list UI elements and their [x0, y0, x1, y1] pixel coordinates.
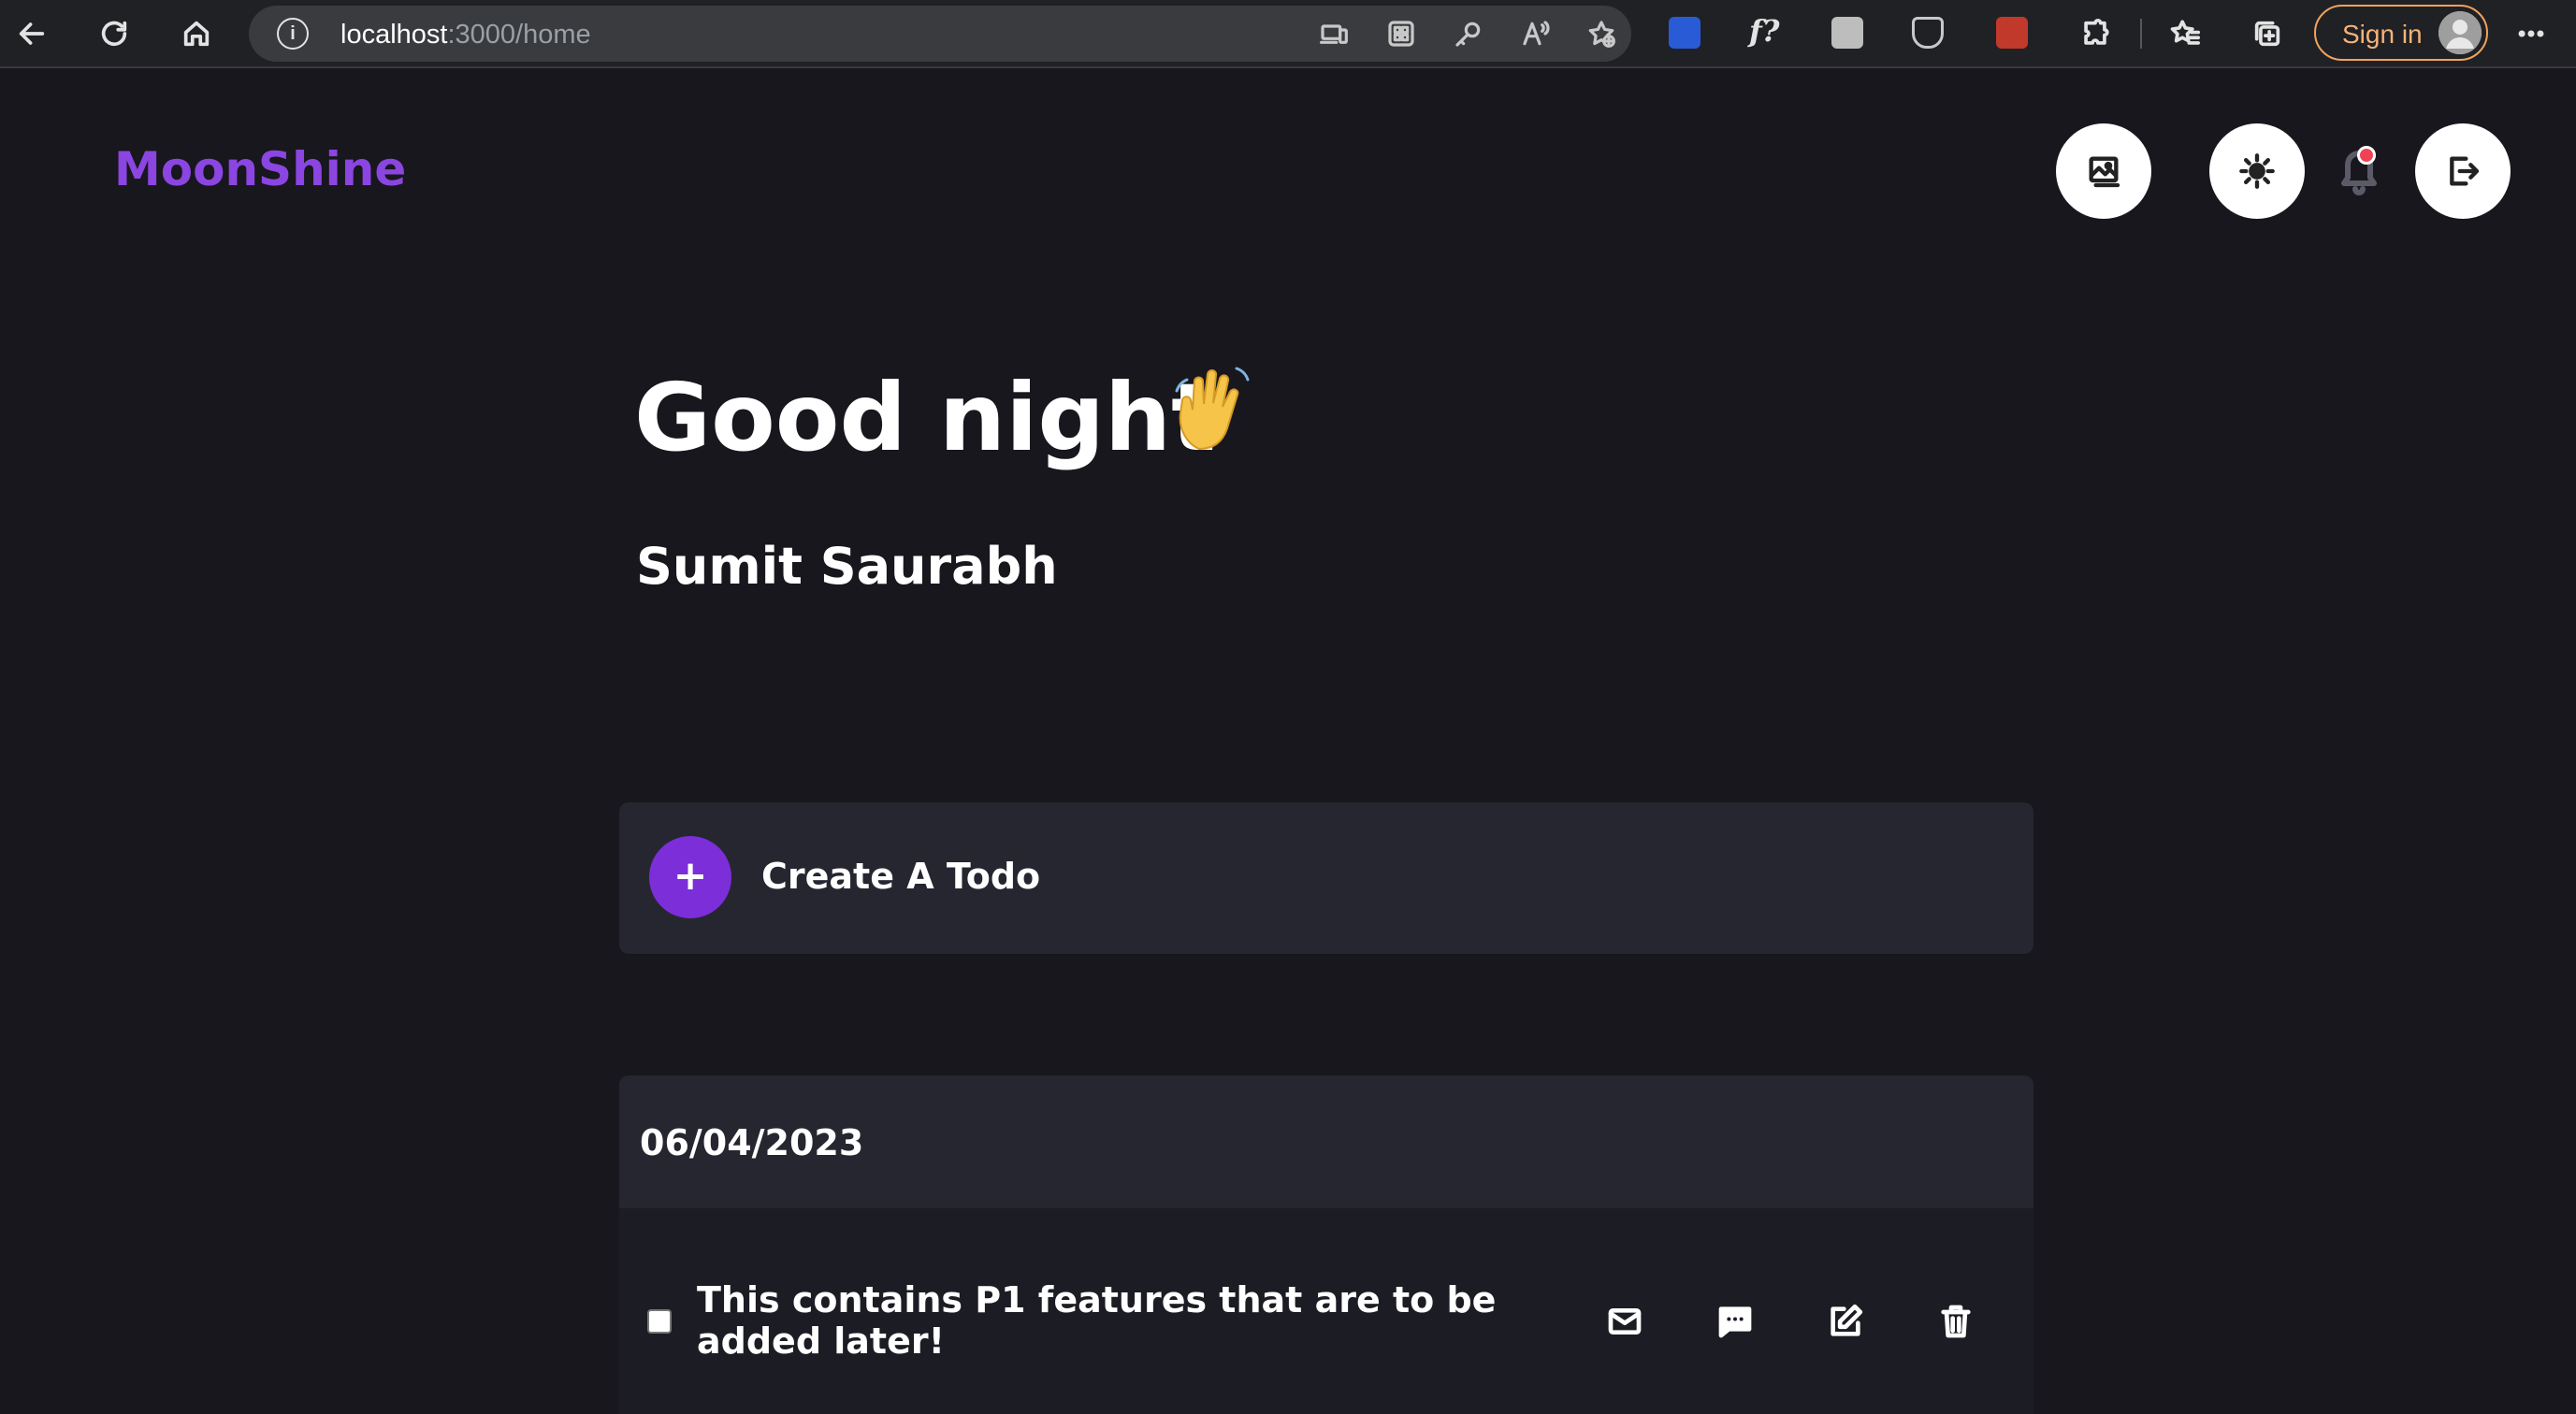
notifications-button[interactable] [2337, 142, 2381, 196]
collections-icon[interactable] [2245, 11, 2290, 56]
home-icon[interactable] [174, 11, 219, 56]
plus-icon[interactable]: + [649, 836, 731, 918]
back-icon[interactable] [9, 11, 54, 56]
read-aloud-icon[interactable] [1519, 17, 1553, 50]
refresh-icon[interactable] [92, 11, 137, 56]
url-text[interactable]: localhost:3000/home [340, 20, 591, 50]
edit-icon[interactable] [1822, 1298, 1869, 1345]
url-path: :3000/home [447, 20, 591, 50]
sign-in-label: Sign in [2342, 20, 2423, 49]
background-image-button[interactable] [2056, 123, 2151, 219]
todo-group-date: 06/04/2023 [640, 1122, 864, 1163]
todo-checkbox[interactable] [647, 1309, 672, 1334]
profile-avatar-icon [2439, 11, 2482, 54]
site-info-icon[interactable]: i [277, 18, 309, 50]
extensions-puzzle-icon[interactable] [2073, 11, 2118, 56]
bitwarden-extension-icon[interactable] [1669, 17, 1700, 49]
reader-extension-icon[interactable] [1831, 17, 1863, 49]
image-icon [2089, 156, 2120, 188]
comment-icon[interactable] [1712, 1298, 1758, 1345]
todo-group-header: 06/04/2023 [619, 1075, 2033, 1208]
toolbar-divider [2140, 19, 2142, 49]
browser-toolbar: i localhost:3000/home f? Sign in [0, 0, 2576, 68]
app-available-icon[interactable] [1317, 17, 1351, 50]
trash-icon[interactable] [1932, 1298, 1979, 1345]
favorites-icon[interactable] [2163, 11, 2207, 56]
add-favorite-icon[interactable] [1585, 17, 1618, 50]
more-icon[interactable] [2509, 11, 2554, 56]
waving-hand-icon [1175, 367, 1250, 451]
create-todo-label[interactable]: Create A Todo [761, 856, 1040, 897]
notification-badge [2357, 146, 2376, 165]
logout-icon [2450, 156, 2480, 186]
key-icon[interactable] [1452, 17, 1485, 50]
user-name: Sumit Saurabh [636, 537, 1058, 596]
sign-in-button[interactable]: Sign in [2314, 5, 2488, 61]
ublock-extension-icon[interactable] [1996, 17, 2028, 49]
grid-icon[interactable] [1384, 17, 1418, 50]
todo-text: This contains P1 features that are to be… [697, 1279, 1497, 1362]
shield-extension-icon[interactable] [1912, 17, 1944, 49]
theme-toggle-button[interactable] [2209, 123, 2305, 219]
mail-icon[interactable] [1601, 1298, 1648, 1345]
sun-icon [2239, 153, 2275, 189]
url-host: localhost [340, 20, 448, 50]
logout-button[interactable] [2415, 123, 2511, 219]
address-bar[interactable]: i localhost:3000/home [249, 6, 1631, 62]
create-todo-card[interactable]: + Create A Todo [619, 802, 2033, 954]
todo-group: 06/04/2023 This contains P1 features tha… [619, 1075, 2033, 1414]
formula-extension-icon[interactable]: f? [1749, 13, 1781, 49]
brand-logo[interactable]: MoonShine [114, 142, 406, 196]
greeting-heading: Good night [634, 363, 1216, 472]
